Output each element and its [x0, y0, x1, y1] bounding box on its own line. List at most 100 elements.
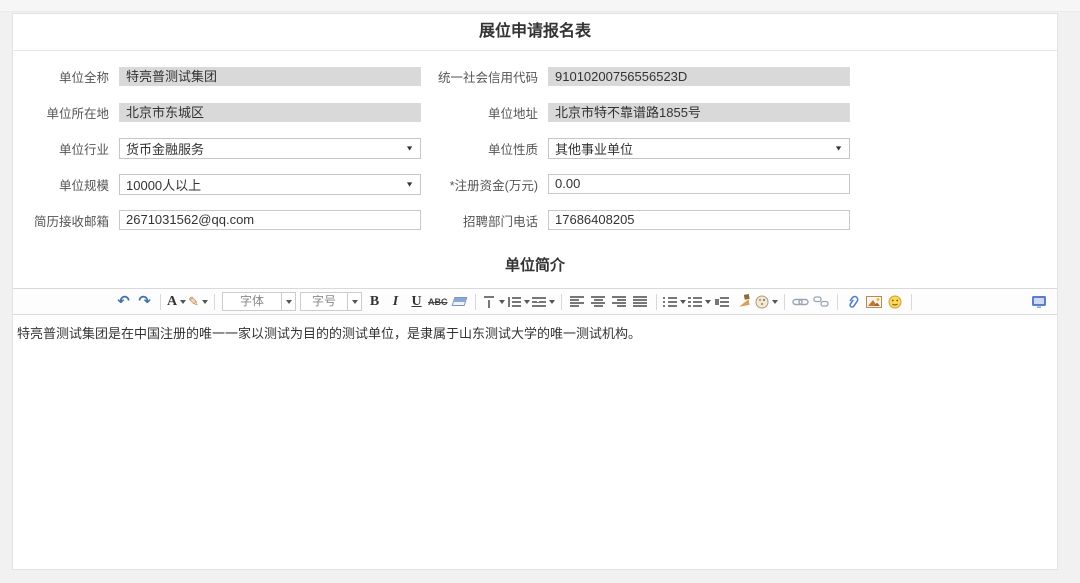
font-color-letter: A — [167, 295, 177, 309]
emoji-icon[interactable] — [886, 292, 905, 312]
brush-shape — [736, 294, 751, 309]
attachment-icon[interactable] — [844, 292, 863, 312]
underline-icon[interactable]: U — [407, 292, 426, 312]
underline-letter: U — [411, 295, 421, 309]
unit-intro-text: 特亮普测试集团是在中国注册的唯一一家以测试为目的的测试单位，是隶属于山东测试大学… — [17, 326, 641, 341]
align-center-icon[interactable] — [589, 292, 608, 312]
chevron-down-icon: ▼ — [405, 144, 414, 152]
recruit-phone-label: 招聘部门电话 — [421, 211, 548, 230]
caret-shape — [352, 300, 358, 307]
font-family-select[interactable]: 字体 — [222, 292, 296, 311]
unit-name-label: 单位全称 — [13, 67, 119, 86]
form-row: 简历接收邮箱 2671031562@qq.com 招聘部门电话 17686408… — [13, 202, 1057, 238]
align-left-shape — [570, 296, 584, 308]
image-shape — [866, 296, 882, 308]
form-fields: 单位全称 特亮普测试集团 统一社会信用代码 91010200756556523D… — [13, 51, 1057, 238]
industry-label: 单位行业 — [13, 139, 119, 158]
resume-email-input[interactable]: 2671031562@qq.com — [119, 210, 421, 230]
paperclip-shape — [846, 295, 860, 309]
redo-glyph: ↷ — [138, 294, 151, 309]
palette-icon[interactable] — [755, 292, 778, 312]
form-row: 单位全称 特亮普测试集团 统一社会信用代码 91010200756556523D — [13, 58, 1057, 94]
link-icon[interactable] — [791, 292, 810, 312]
chevron-down-icon — [524, 300, 530, 307]
strikethrough-letters: ABC — [428, 297, 448, 307]
unordered-list-icon[interactable] — [688, 292, 711, 312]
italic-letter: I — [393, 295, 398, 309]
align-right-icon[interactable] — [610, 292, 629, 312]
chevron-down-icon: ▼ — [834, 144, 843, 152]
unit-type-select[interactable]: 其他事业单位 ▼ — [548, 138, 850, 159]
registered-capital-input[interactable]: 0.00 — [548, 174, 850, 194]
industry-select[interactable]: 货币金融服务 ▼ — [119, 138, 421, 159]
toolbar-separator — [656, 294, 657, 310]
ordered-list-icon[interactable] — [663, 292, 686, 312]
section-title-unit-intro: 单位简介 — [13, 254, 1057, 275]
credit-code-field[interactable]: 91010200756556523D — [548, 67, 850, 86]
chevron-down-icon[interactable] — [347, 293, 361, 310]
chevron-down-icon[interactable] — [281, 293, 295, 310]
align-justify-shape — [633, 296, 647, 308]
line-height-icon[interactable] — [507, 292, 530, 312]
vertical-align-icon[interactable] — [482, 292, 505, 312]
form-row: 单位规模 10000人以上 ▼ *注册资金(万元) 0.00 — [13, 166, 1057, 202]
eraser-shape — [451, 297, 467, 306]
chevron-down-icon — [549, 300, 555, 307]
italic-icon[interactable]: I — [386, 292, 405, 312]
redo-icon[interactable]: ↷ — [135, 292, 154, 312]
highlight-pen-glyph: ✎ — [188, 295, 199, 308]
paragraph-spacing-icon[interactable] — [532, 292, 555, 312]
indent-shape — [715, 296, 729, 308]
caret-shape — [286, 300, 292, 307]
resume-email-label: 简历接收邮箱 — [13, 211, 119, 230]
indent-icon[interactable] — [713, 292, 732, 312]
unit-address-label: 单位地址 — [421, 103, 548, 122]
bold-letter: B — [370, 295, 379, 309]
unit-scale-select[interactable]: 10000人以上 ▼ — [119, 174, 421, 195]
page-title: 展位申请报名表 — [13, 14, 1057, 51]
align-justify-icon[interactable] — [631, 292, 650, 312]
toolbar-separator — [561, 294, 562, 310]
monitor-shape — [1031, 295, 1047, 309]
unit-scale-label: 单位规模 — [13, 175, 119, 194]
unit-type-select-value: 其他事业单位 — [555, 139, 633, 158]
registered-capital-label: *注册资金(万元) — [421, 175, 548, 194]
unit-name-field[interactable]: 特亮普测试集团 — [119, 67, 421, 86]
toolbar-separator — [475, 294, 476, 310]
font-color-icon[interactable]: A — [167, 292, 186, 312]
bold-icon[interactable]: B — [365, 292, 384, 312]
align-left-icon[interactable] — [568, 292, 587, 312]
toolbar-separator — [837, 294, 838, 310]
editor-content-area[interactable]: 特亮普测试集团是在中国注册的唯一一家以测试为目的的测试单位，是隶属于山东测试大学… — [13, 315, 1057, 569]
industry-select-value: 货币金融服务 — [126, 139, 204, 158]
strikethrough-icon[interactable]: ABC — [428, 292, 448, 312]
line-height-shape — [507, 296, 521, 308]
undo-icon[interactable]: ↶ — [114, 292, 133, 312]
application-form-panel: 展位申请报名表 单位全称 特亮普测试集团 统一社会信用代码 9101020075… — [12, 13, 1058, 570]
chevron-down-icon: ▼ — [405, 180, 414, 188]
font-size-select[interactable]: 字号 — [300, 292, 362, 311]
recruit-phone-input[interactable]: 17686408205 — [548, 210, 850, 230]
ordered-list-shape — [663, 296, 677, 308]
top-strip — [0, 0, 1080, 12]
paragraph-spacing-shape — [532, 296, 546, 308]
highlight-color-icon[interactable]: ✎ — [188, 292, 208, 312]
link-shape — [792, 296, 809, 308]
vertical-align-shape — [482, 296, 496, 308]
unlink-icon[interactable] — [812, 292, 831, 312]
credit-code-label: 统一社会信用代码 — [421, 67, 548, 86]
image-icon[interactable] — [865, 292, 884, 312]
unordered-list-shape — [688, 296, 702, 308]
toolbar-separator — [160, 294, 161, 310]
chevron-down-icon — [499, 300, 505, 307]
chevron-down-icon — [705, 300, 711, 307]
chevron-down-icon — [202, 300, 208, 307]
remove-format-eraser-icon[interactable] — [450, 292, 469, 312]
unit-scale-select-value: 10000人以上 — [126, 175, 201, 194]
toolbar-separator — [784, 294, 785, 310]
unit-address-field[interactable]: 北京市特不靠谱路1855号 — [548, 103, 850, 122]
fullscreen-icon[interactable] — [1029, 292, 1048, 312]
palette-shape — [755, 295, 769, 309]
unit-location-field[interactable]: 北京市东城区 — [119, 103, 421, 122]
format-brush-icon[interactable] — [734, 292, 753, 312]
